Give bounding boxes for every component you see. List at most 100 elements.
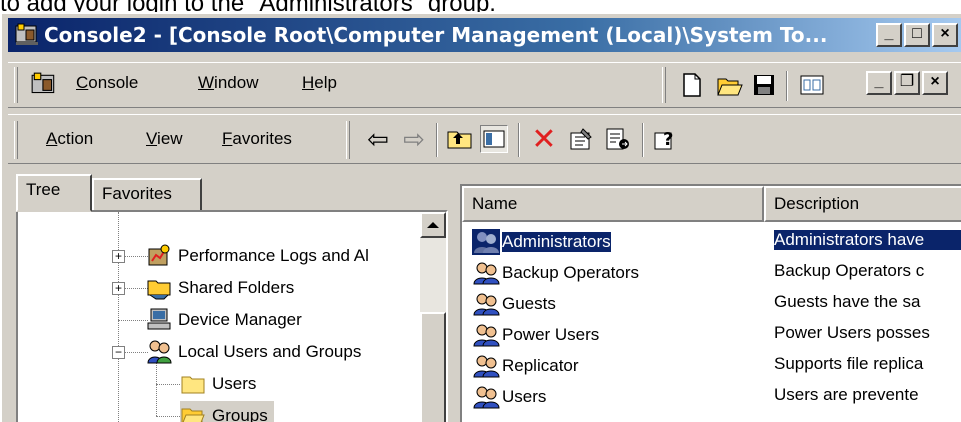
list-item-administrators[interactable]: Administrators Administrators have [462, 226, 961, 257]
save-icon[interactable] [750, 71, 778, 99]
list-item-backup-operators[interactable]: Backup Operators Backup Operators c [462, 257, 961, 288]
group-name: Users [502, 387, 547, 406]
list-item-users[interactable]: Users Users are prevente [462, 381, 961, 412]
group-name: Administrators [502, 232, 611, 252]
group-description: Backup Operators c [774, 261, 925, 280]
tree-expand-toggle[interactable]: + [112, 250, 125, 263]
action-toolbar: Action View Favorites ⇦ ⇨ ✕ ? [8, 114, 961, 164]
group-name: Power Users [502, 325, 600, 344]
tree-node-users[interactable]: Users [180, 369, 256, 399]
arrow-up-icon [427, 222, 439, 228]
menu-bar: Console Window Help _ ❐ × [8, 62, 961, 108]
scroll-thumb[interactable] [420, 312, 446, 422]
group-icon [472, 229, 500, 255]
forward-arrow-icon[interactable]: ⇨ [400, 124, 428, 154]
new-document-icon[interactable] [678, 71, 706, 99]
group-icon [473, 324, 500, 347]
list-item-replicator[interactable]: Replicator Supports file replica [462, 350, 961, 381]
scroll-up-button[interactable] [420, 212, 446, 238]
tree-connector [156, 384, 180, 385]
tree-node-label: Shared Folders [178, 278, 295, 297]
group-name: Guests [502, 294, 556, 313]
tree-connector [118, 320, 148, 321]
tree-connector [156, 362, 157, 416]
tree-collapse-toggle[interactable]: − [112, 346, 125, 359]
properties-pane-icon[interactable] [798, 71, 826, 99]
svg-text:?: ? [663, 129, 673, 150]
tree-node-device-manager[interactable]: Device Manager [146, 305, 302, 335]
column-header-description[interactable]: Description [764, 186, 961, 222]
group-description: Users are prevente [774, 385, 919, 404]
toolbar-separator [786, 71, 788, 101]
tree-node-label: Performance Logs and Al [178, 246, 369, 265]
folder-open-icon [181, 408, 205, 422]
toolbar-separator [642, 123, 644, 157]
group-icon [473, 262, 500, 285]
mdi-minimize-button[interactable]: _ [866, 71, 892, 95]
toolbar-separator [518, 123, 520, 157]
console-menu-icon[interactable] [30, 71, 58, 99]
menu-console[interactable]: Console [76, 73, 138, 93]
export-list-icon[interactable] [604, 125, 632, 153]
maximize-button[interactable]: □ [904, 23, 930, 47]
delete-icon[interactable]: ✕ [530, 123, 558, 156]
performance-logs-icon [148, 244, 170, 266]
toolbar-grip[interactable] [662, 67, 666, 103]
title-bar[interactable]: Console2 - [Console Root\Computer Manage… [8, 18, 961, 52]
back-arrow-icon[interactable]: ⇦ [364, 124, 392, 154]
folder-icon [181, 376, 205, 394]
result-list-pane: Name Description Administrators Administ… [460, 184, 961, 422]
tree-node-label: Groups [212, 406, 268, 422]
list-item-guests[interactable]: Guests Guests have the sa [462, 288, 961, 319]
list-item-power-users[interactable]: Power Users Power Users posses [462, 319, 961, 350]
tree-connector [118, 212, 119, 422]
group-description: Guests have the sa [774, 292, 921, 311]
device-manager-icon [147, 308, 171, 330]
group-icon [473, 355, 500, 378]
tab-favorites[interactable]: Favorites [92, 178, 202, 212]
tree-node-label: Users [212, 374, 257, 393]
nav-toolbar-grip[interactable] [346, 121, 350, 159]
tree-node-groups[interactable]: Groups [180, 401, 274, 422]
group-icon [473, 293, 500, 316]
close-button[interactable]: × [932, 23, 958, 47]
tree-scrollbar[interactable] [420, 212, 446, 422]
properties-icon[interactable] [568, 125, 596, 153]
tree-node-shared-folders[interactable]: Shared Folders [146, 273, 294, 303]
tree-expand-toggle[interactable]: + [112, 282, 125, 295]
mdi-restore-button[interactable]: ❐ [894, 71, 920, 95]
shared-folders-icon [147, 280, 171, 300]
mdi-close-button[interactable]: × [922, 71, 948, 95]
group-description: Supports file replica [774, 354, 924, 373]
minimize-button[interactable]: _ [876, 23, 902, 47]
tree-pane: + + − Performance Logs and Al Shared Fol… [16, 210, 448, 422]
window-title: Console2 - [Console Root\Computer Manage… [44, 23, 828, 47]
group-name: Replicator [502, 356, 579, 375]
tree-node-local-users-groups[interactable]: Local Users and Groups [146, 337, 361, 367]
menubar-grip[interactable] [14, 67, 18, 103]
action-toolbar-grip[interactable] [14, 121, 18, 159]
menu-help[interactable]: Help [302, 73, 337, 93]
tree-node-label: Device Manager [178, 310, 302, 329]
group-description: Power Users posses [774, 323, 930, 342]
toolbar-separator [436, 123, 438, 157]
help-icon[interactable]: ? [652, 125, 680, 153]
tree-connector [156, 416, 180, 417]
menu-action[interactable]: Action [46, 129, 93, 149]
menu-window[interactable]: Window [198, 73, 258, 93]
menu-view[interactable]: View [146, 129, 183, 149]
group-icon [473, 386, 500, 409]
tree-node-label: Local Users and Groups [178, 342, 362, 361]
menu-favorites[interactable]: Favorites [222, 129, 292, 149]
open-folder-icon[interactable] [716, 71, 744, 99]
group-description: Administrators have [774, 230, 961, 250]
local-users-icon [147, 340, 172, 364]
console-app-icon [15, 23, 38, 45]
up-one-level-icon[interactable] [446, 125, 474, 153]
column-header-name[interactable]: Name [462, 186, 764, 222]
show-hide-tree-icon[interactable] [480, 125, 508, 153]
tab-tree[interactable]: Tree [16, 174, 92, 212]
tree-node-performance-logs[interactable]: Performance Logs and Al [146, 241, 369, 271]
console-window: Console2 - [Console Root\Computer Manage… [0, 12, 961, 422]
group-name: Backup Operators [502, 263, 640, 282]
